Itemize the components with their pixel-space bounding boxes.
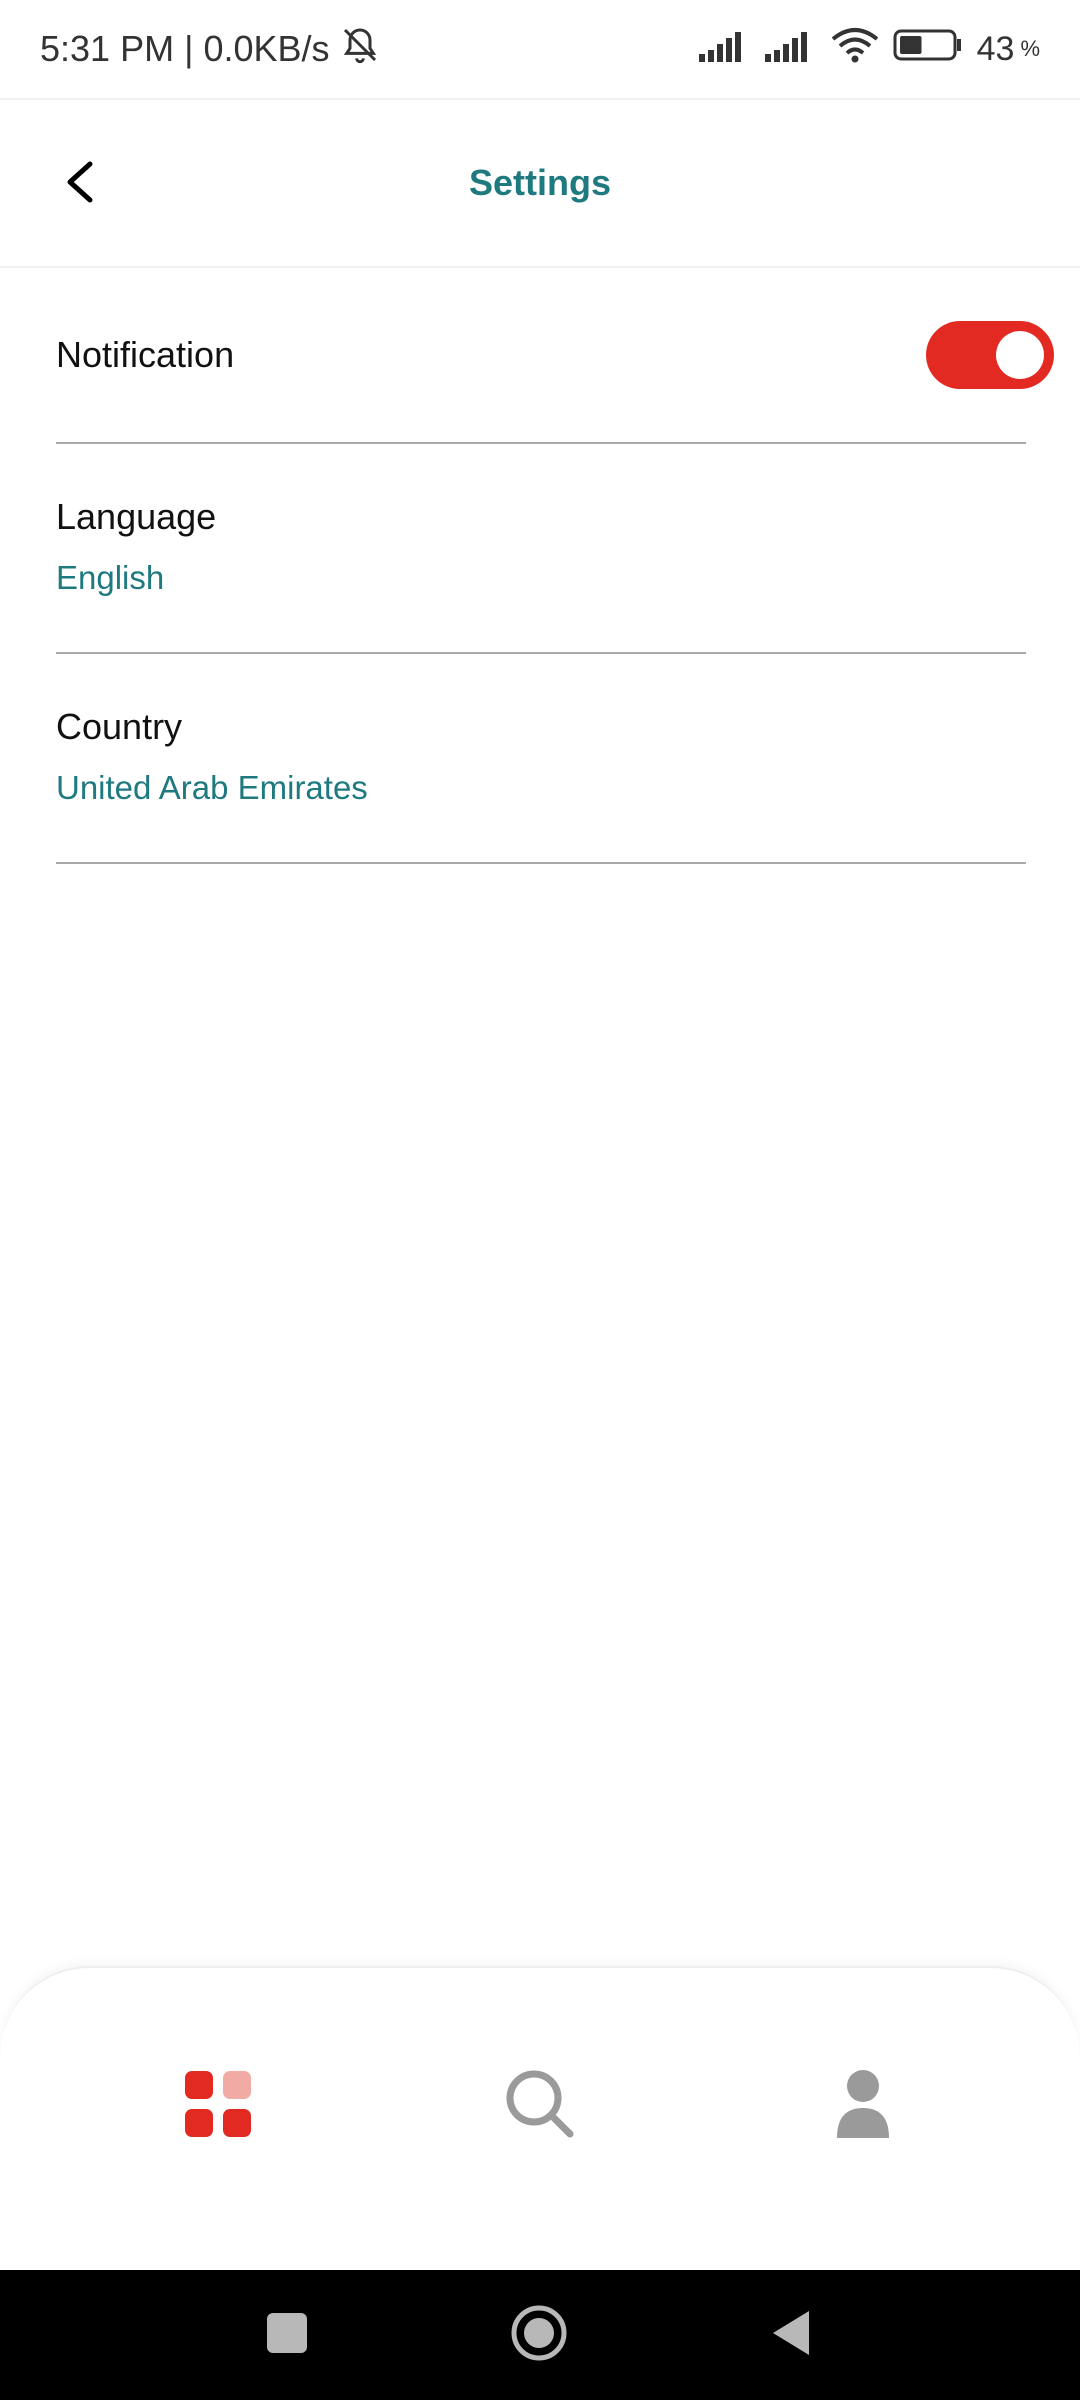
notification-toggle[interactable] <box>926 321 1054 389</box>
country-value: United Arab Emirates <box>56 769 368 806</box>
battery-percent: 43 <box>976 29 1015 68</box>
country-label: Country <box>56 706 183 747</box>
network-speed: 0.0KB/s <box>203 28 330 69</box>
square-icon <box>265 2311 309 2360</box>
language-setting-row[interactable]: Language English <box>56 444 1026 654</box>
notification-label: Notification <box>56 334 235 375</box>
page-title: Settings <box>468 162 611 203</box>
signal-icon <box>698 28 751 71</box>
notification-setting-row: Notification <box>56 268 1054 444</box>
status-right: 43 % <box>698 27 1040 72</box>
status-time: 5:31 PM <box>40 28 175 69</box>
recents-button[interactable] <box>252 2300 322 2370</box>
home-button[interactable] <box>504 2300 574 2370</box>
status-left: 5:31 PM | 0.0KB/s <box>40 25 380 74</box>
triangle-back-icon <box>769 2309 813 2362</box>
circle-icon <box>509 2303 569 2368</box>
status-bar: 5:31 PM | 0.0KB/s 43 % <box>0 0 1080 100</box>
bottom-navigation <box>0 1966 1080 2270</box>
system-back-button[interactable] <box>756 2300 826 2370</box>
settings-screen: 5:31 PM | 0.0KB/s 43 % Settings Notifica… <box>0 0 1080 2400</box>
wifi-icon <box>831 27 879 72</box>
country-setting-row[interactable]: Country United Arab Emirates <box>56 654 1026 864</box>
nav-profile-button[interactable] <box>813 2056 913 2156</box>
nav-search-button[interactable] <box>490 2056 590 2156</box>
profile-icon <box>833 2068 893 2145</box>
battery-percent-unit: % <box>1020 36 1040 61</box>
search-icon <box>504 2068 576 2145</box>
nav-home-button[interactable] <box>168 2056 268 2156</box>
settings-list: Notification Language English Country Un… <box>56 268 1054 864</box>
toggle-knob <box>996 331 1044 379</box>
language-value: English <box>56 559 165 596</box>
grid-icon <box>183 2069 253 2144</box>
signal-icon-2 <box>764 28 817 71</box>
system-navigation-bar <box>0 2270 1080 2400</box>
bell-muted-icon <box>340 25 380 74</box>
app-header: Settings <box>0 100 1080 268</box>
status-separator: | <box>184 28 194 69</box>
language-label: Language <box>56 496 217 537</box>
battery-icon <box>893 28 963 71</box>
